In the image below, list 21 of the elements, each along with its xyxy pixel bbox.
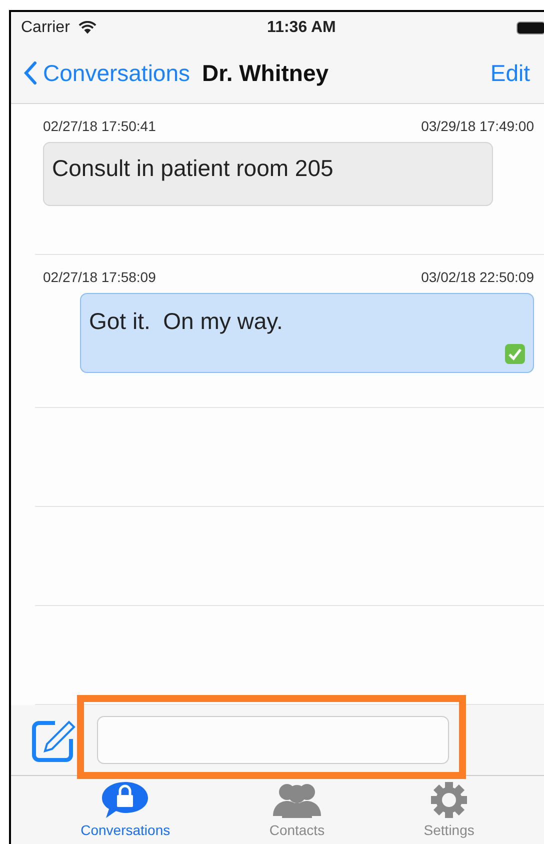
- back-button[interactable]: Conversations: [23, 60, 190, 87]
- back-chevron-icon[interactable]: [23, 61, 37, 86]
- conversation-title: Dr. Whitney: [202, 60, 329, 87]
- tab-item[interactable]: Settings: [424, 776, 474, 844]
- tab-item[interactable]: Conversations: [80, 776, 170, 844]
- received-timestamp: 03/29/18 17:49:00: [421, 118, 534, 134]
- edit-button[interactable]: Edit: [490, 60, 530, 87]
- battery-icon: [516, 20, 544, 35]
- tab-item[interactable]: Contacts: [269, 776, 325, 844]
- received-timestamp: 03/02/18 22:50:09: [421, 268, 534, 285]
- carrier-name: Carrier: [21, 18, 70, 37]
- message-input[interactable]: [97, 716, 449, 764]
- chat-lock-icon: [100, 780, 150, 820]
- status-time: 11:36 AM: [266, 18, 337, 37]
- sent-timestamp: 02/27/18 17:58:09: [43, 268, 156, 285]
- sent-timestamp: 02/27/18 17:50:41: [43, 118, 156, 134]
- message-text: Consult in patient room 205: [52, 154, 334, 181]
- checkmark-icon: [505, 344, 525, 364]
- settings-icon: [429, 780, 470, 820]
- wifi-icon: [78, 20, 97, 35]
- message-text: Got it. On my way.: [89, 308, 283, 334]
